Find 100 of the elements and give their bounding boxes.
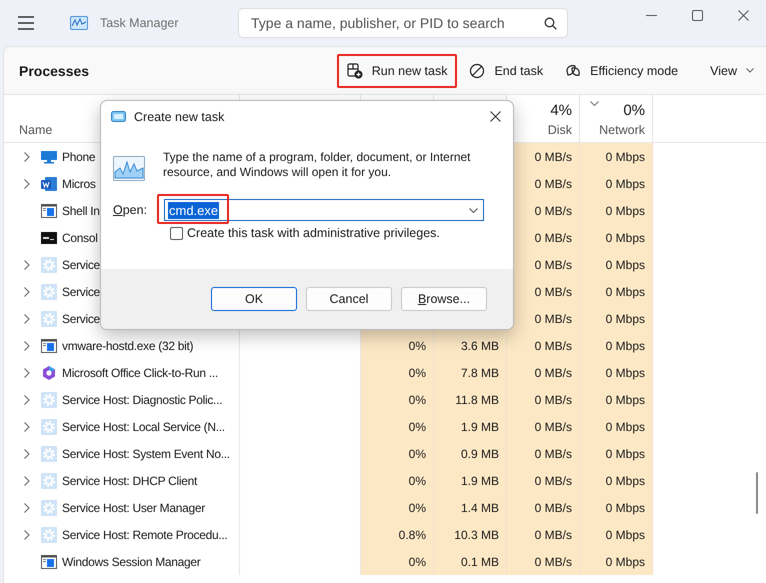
cpu-cell: 0% (408, 474, 426, 488)
chevron-icon[interactable] (24, 530, 30, 540)
chevron-icon[interactable] (24, 502, 30, 512)
disk-cell: 0 MB/s (534, 420, 572, 434)
window-title: Task Manager (100, 16, 180, 30)
disk-cell: 0 MB/s (534, 392, 572, 406)
network-cell: 0 Mbps (606, 204, 645, 218)
toolbar-button[interactable]: Efficiency mode (555, 54, 688, 88)
process-name: Service Host: Local Service (N... (62, 420, 225, 434)
disk-cell: 0 MB/s (534, 230, 572, 244)
search-icon (544, 16, 557, 30)
network-cell: 0 Mbps (606, 258, 645, 272)
cpu-cell: 0.8% (398, 528, 426, 542)
memory-cell: 1.9 MB (460, 474, 499, 488)
open-label: Open: (113, 203, 148, 217)
disk-cell: 0 MB/s (534, 554, 572, 568)
process-name: Microsoft Office Click-to-Run ... (62, 366, 218, 380)
memory-cell: 0.1 MB (460, 554, 499, 568)
disk-cell: 0 MB/s (534, 528, 572, 542)
process-name: Consol (62, 230, 98, 244)
gear-icon (41, 310, 57, 326)
column-header[interactable]: Name (19, 123, 52, 137)
network-cell: 0 Mbps (606, 528, 645, 542)
gear-icon (41, 284, 57, 300)
disk-cell: 0 MB/s (534, 474, 572, 488)
cpu-cell: 0% (408, 554, 426, 568)
chevron-icon[interactable] (24, 448, 30, 458)
network-cell: 0 Mbps (606, 500, 645, 514)
toolbar-button[interactable]: Run new task (336, 54, 458, 88)
maximize-icon (692, 10, 702, 20)
checkbox[interactable] (170, 226, 183, 240)
gear-icon (41, 392, 57, 408)
window-icon (41, 554, 57, 570)
dropdown-caret-icon[interactable] (469, 208, 478, 212)
process-name: Service Host: DHCP Client (62, 474, 197, 488)
process-name: vmware-hostd.exe (32 bit) (62, 338, 194, 352)
chevron-icon[interactable] (24, 340, 30, 350)
cpu-cell: 0% (408, 500, 426, 514)
dialog-button[interactable]: Cancel (306, 287, 392, 311)
run-icon (111, 111, 126, 122)
network-cell: 0 Mbps (606, 284, 645, 298)
disk-cell: 0 MB/s (534, 204, 572, 218)
process-name: Service (62, 312, 100, 326)
view-menu-button[interactable]: View (700, 54, 764, 88)
process-name: Service (62, 258, 100, 272)
chevron-icon[interactable] (24, 286, 30, 296)
network-cell: 0 Mbps (606, 312, 645, 326)
disk-cell: 0 MB/s (534, 366, 572, 380)
window-icon (41, 202, 57, 218)
cpu-cell: 0% (408, 420, 426, 434)
process-name: Service (62, 284, 100, 298)
memory-cell: 1.4 MB (460, 500, 499, 514)
cpu-cell: 0% (408, 392, 426, 406)
gear-icon (41, 472, 57, 488)
search-field[interactable]: Type a name, publisher, or PID to search (238, 8, 568, 38)
chevron-icon[interactable] (24, 178, 30, 188)
network-cell: 0 Mbps (606, 230, 645, 244)
network-cell: 0 Mbps (606, 474, 645, 488)
disk-cell: 0 MB/s (534, 176, 572, 190)
scrollbar-thumb[interactable] (756, 472, 758, 514)
disk-cell: 0 MB/s (534, 500, 572, 514)
disk-cell: 0 MB/s (534, 312, 572, 326)
menu-icon[interactable] (18, 16, 34, 30)
process-name: Service Host: Diagnostic Polic... (62, 392, 222, 406)
memory-cell: 11.8 MB (455, 392, 499, 406)
chevron-icon[interactable] (24, 368, 30, 378)
toolbar-button[interactable]: End task (459, 54, 554, 88)
end-task-icon (469, 62, 486, 78)
disk-cell: 0 MB/s (534, 150, 572, 164)
chevron-icon[interactable] (24, 422, 30, 432)
app-icon (70, 16, 88, 30)
chevron-icon[interactable] (24, 394, 30, 404)
open-combo-field[interactable]: cmd.exe (164, 199, 484, 221)
network-cell: 0 Mbps (606, 150, 645, 164)
dialog-button[interactable]: OK (211, 287, 297, 311)
page-title: Processes (19, 62, 90, 78)
word-icon (41, 176, 57, 192)
leaf-icon (565, 62, 582, 78)
cpu-cell: 0% (408, 338, 426, 352)
chevron-icon[interactable] (24, 476, 30, 486)
dialog-button[interactable]: Browse... (401, 287, 487, 311)
process-name: Service Host: System Event No... (62, 446, 230, 460)
close-icon (490, 111, 500, 122)
console-icon (41, 230, 57, 246)
network-cell: 0 Mbps (606, 176, 645, 190)
column-header[interactable]: Disk (548, 123, 572, 137)
chevron-icon[interactable] (24, 314, 30, 324)
caret-icon (746, 68, 754, 73)
column-header[interactable]: Network (599, 123, 645, 137)
gear-icon (41, 418, 57, 434)
office-icon (41, 364, 57, 380)
memory-cell: 0.9 MB (460, 446, 499, 460)
chevron-icon[interactable] (24, 260, 30, 270)
column-usage: 0% (623, 102, 645, 119)
process-name: Windows Session Manager (62, 554, 201, 568)
disk-cell: 0 MB/s (534, 284, 572, 298)
process-name: Shell In (62, 204, 100, 218)
checkbox-label[interactable]: Create this task with administrative privileges. (187, 226, 440, 240)
chevron-icon[interactable] (24, 152, 30, 162)
network-cell: 0 Mbps (606, 366, 645, 380)
